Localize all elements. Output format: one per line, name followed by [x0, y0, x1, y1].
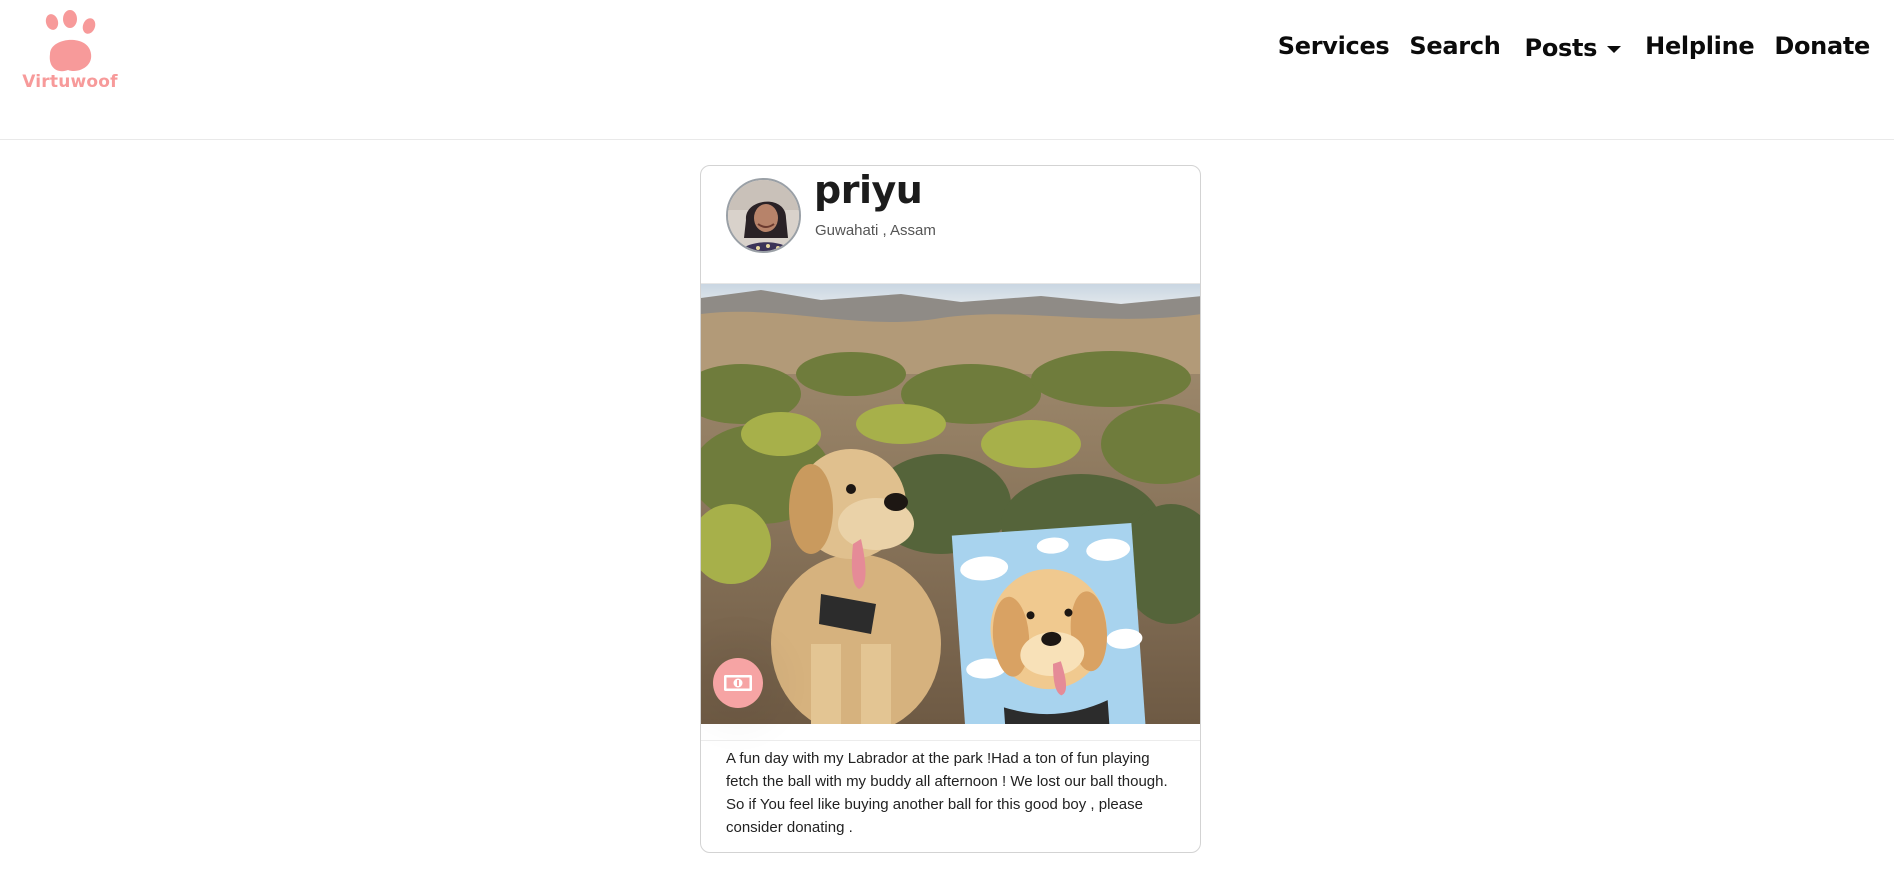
nav-posts-dropdown[interactable]: Posts [1521, 34, 1626, 62]
brand-name: Virtuwoof [22, 72, 118, 92]
top-navbar: Virtuwoof Services Search Posts Helpline… [0, 0, 1894, 140]
post-caption: A fun day with my Labrador at the park !… [701, 740, 1200, 852]
nav-search[interactable]: Search [1409, 32, 1500, 60]
nav-services[interactable]: Services [1278, 32, 1390, 60]
avatar-image [728, 180, 799, 251]
post-photo [701, 284, 1200, 724]
main-nav: Services Search Posts Helpline Donate [1278, 30, 1871, 62]
post-location: Guwahati , Assam [815, 222, 936, 239]
post-card: priyu Guwahati , Assam A fun day with my… [700, 165, 1201, 853]
nav-posts-label: Posts [1524, 34, 1598, 62]
nav-helpline[interactable]: Helpline [1645, 32, 1754, 60]
donate-fab-button[interactable] [713, 658, 763, 708]
post-header: priyu Guwahati , Assam [701, 166, 1200, 284]
money-bill-icon [724, 675, 752, 691]
post-username[interactable]: priyu [814, 168, 923, 212]
nav-donate[interactable]: Donate [1774, 32, 1870, 60]
paw-icon [45, 10, 96, 72]
caret-down-icon [1607, 45, 1622, 53]
user-avatar[interactable] [726, 178, 801, 253]
brand-logo[interactable]: Virtuwoof [18, 10, 122, 94]
